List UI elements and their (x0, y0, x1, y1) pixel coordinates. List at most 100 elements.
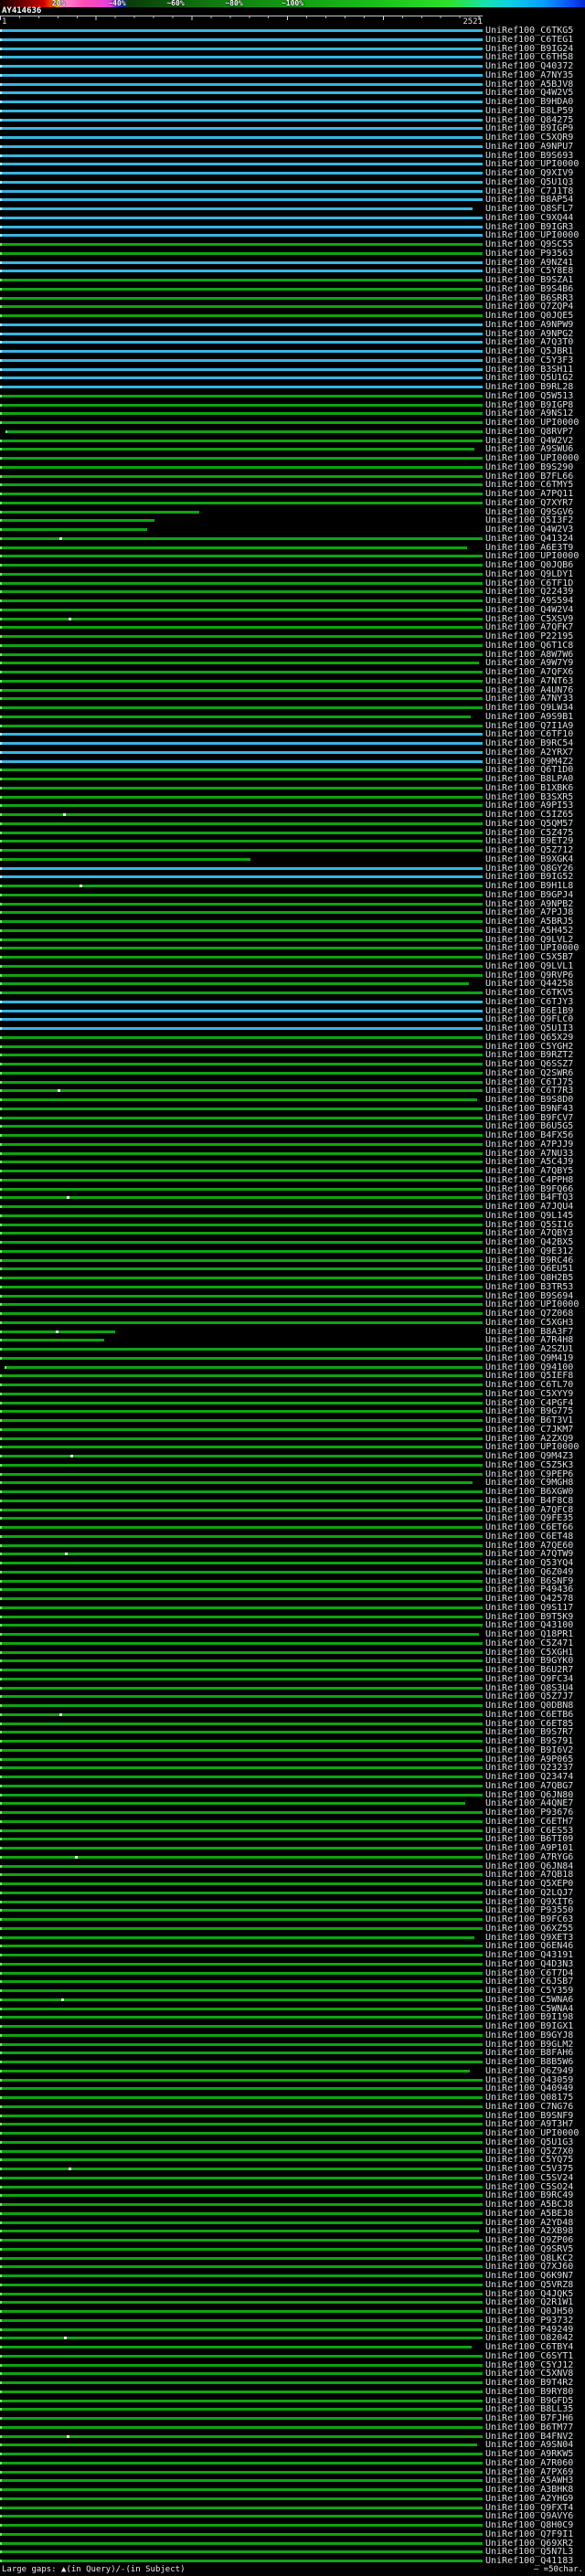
hit-bar[interactable] (0, 1249, 483, 1253)
hit-bar[interactable] (0, 635, 483, 638)
hit-bar[interactable] (0, 1063, 483, 1065)
hit-bar[interactable] (0, 885, 483, 887)
hit-bar[interactable] (0, 1320, 483, 1324)
hit-bar[interactable] (0, 1534, 483, 1538)
hit-bar[interactable] (0, 947, 483, 950)
hit-bar[interactable] (0, 1776, 483, 1778)
hit-bar[interactable] (0, 279, 483, 281)
hit-bar[interactable] (0, 2096, 483, 2099)
hit-bar[interactable] (0, 2550, 483, 2554)
hit-bar[interactable] (0, 2479, 483, 2483)
hit-accession-label[interactable]: UniRef100_A5BEJ8 (485, 2209, 573, 2219)
hit-bar[interactable] (0, 47, 483, 50)
hit-accession-label[interactable]: UniRef100_B9S290 (485, 462, 573, 472)
hit-bar[interactable] (0, 1178, 483, 1182)
hit-accession-label[interactable]: UniRef100_Q65X29 (485, 1033, 573, 1043)
hit-accession-label[interactable]: UniRef100_A7NY35 (485, 70, 573, 80)
hit-accession-label[interactable]: UniRef100_Q9LVL1 (485, 961, 573, 971)
hit-bar[interactable] (0, 180, 483, 184)
hit-bar[interactable] (0, 1998, 483, 2001)
hit-accession-label[interactable]: UniRef100_C5Z471 (485, 1638, 573, 1648)
hit-bar[interactable] (0, 376, 483, 380)
hit-bar[interactable] (0, 2346, 473, 2348)
hit-bar[interactable] (0, 2194, 483, 2198)
hit-accession-label[interactable]: UniRef100_A5H452 (485, 926, 573, 936)
hit-bar[interactable] (0, 724, 483, 727)
hit-bar[interactable] (0, 1427, 483, 1431)
hit-bar[interactable] (0, 216, 483, 219)
hit-bar[interactable] (0, 1214, 483, 1217)
hit-bar[interactable] (0, 688, 483, 692)
hit-bar[interactable] (0, 733, 483, 737)
hit-bar[interactable] (0, 2434, 483, 2438)
hit-bar[interactable] (0, 56, 483, 59)
hit-accession-label[interactable]: UniRef100_B9XGK4 (485, 854, 573, 864)
hit-bar[interactable] (0, 813, 483, 816)
hit-bar[interactable] (0, 1107, 483, 1110)
hit-accession-label[interactable]: UniRef100_Q9SRV5 (485, 2244, 573, 2254)
hit-bar[interactable] (0, 1669, 483, 1671)
hit-bar[interactable] (0, 831, 483, 834)
hit-bar[interactable] (0, 2104, 483, 2108)
hit-bar[interactable] (0, 2114, 483, 2117)
hit-bar[interactable] (0, 1811, 483, 1814)
hit-accession-label[interactable]: UniRef100_Q5VRZ8 (485, 2280, 573, 2290)
hit-bar[interactable] (0, 1356, 483, 1360)
hit-bar[interactable] (0, 234, 483, 238)
hit-bar[interactable] (0, 590, 483, 594)
hit-bar[interactable] (0, 1740, 483, 1743)
hit-bar[interactable] (0, 1161, 483, 1164)
hit-bar[interactable] (0, 144, 483, 148)
hit-accession-label[interactable]: UniRef100_B8LP59 (485, 106, 573, 116)
hit-bar[interactable] (0, 2337, 483, 2340)
hit-bar[interactable] (0, 1695, 483, 1699)
hit-bar[interactable] (0, 29, 483, 32)
hit-bar[interactable] (0, 1935, 475, 1939)
hit-bar[interactable] (0, 1597, 483, 1600)
hit-bar[interactable] (0, 127, 483, 131)
hit-bar[interactable] (0, 2211, 483, 2215)
hit-bar[interactable] (0, 742, 483, 745)
hit-bar[interactable] (0, 225, 483, 228)
hit-bar[interactable] (0, 1241, 483, 1244)
hit-bar[interactable] (0, 840, 483, 843)
hit-bar[interactable] (0, 1900, 483, 1903)
hit-bar[interactable] (0, 1277, 483, 1279)
hit-bar[interactable] (0, 2176, 483, 2179)
hit-bar[interactable] (0, 358, 483, 362)
hit-accession-label[interactable]: UniRef100_A2YHG9 (485, 2494, 573, 2504)
hit-bar[interactable] (0, 769, 483, 772)
hit-bar[interactable] (0, 528, 148, 531)
hit-bar[interactable] (0, 572, 483, 576)
hit-accession-label[interactable]: UniRef100_A7NT63 (485, 676, 573, 686)
hit-bar[interactable] (0, 1499, 483, 1502)
hit-bar[interactable] (0, 350, 483, 353)
hit-bar[interactable] (0, 2016, 483, 2019)
hit-bar[interactable] (0, 1472, 483, 1476)
hit-accession-label[interactable]: UniRef100_C5Y3F3 (485, 355, 573, 366)
hit-bar[interactable] (0, 778, 483, 780)
hit-bar[interactable] (0, 1267, 483, 1271)
hit-bar[interactable] (0, 367, 483, 371)
hit-bar[interactable] (0, 956, 483, 959)
hit-bar[interactable] (0, 1971, 483, 1975)
hit-bar[interactable] (0, 1980, 483, 1984)
hit-bar[interactable] (0, 403, 483, 407)
hit-bar[interactable] (0, 1954, 483, 1956)
hit-bar[interactable] (0, 2025, 483, 2028)
hit-bar[interactable] (0, 662, 479, 665)
hit-bar[interactable] (0, 1170, 483, 1172)
hit-bar[interactable] (0, 1606, 483, 1609)
hit-bar[interactable] (0, 332, 483, 335)
hit-bar[interactable] (0, 2318, 483, 2322)
hit-bar[interactable] (0, 2247, 483, 2251)
hit-bar[interactable] (0, 251, 483, 255)
hit-bar[interactable] (0, 1000, 483, 1003)
hit-bar[interactable] (0, 652, 483, 656)
hit-accession-label[interactable]: UniRef100_B6TM77 (485, 2422, 573, 2433)
hit-accession-label[interactable]: UniRef100_Q9E312 (485, 1246, 573, 1256)
hit-bar[interactable] (0, 386, 483, 388)
hit-accession-label[interactable]: UniRef100_Q6Z049 (485, 1567, 573, 1577)
hit-bar[interactable] (0, 1419, 483, 1422)
hit-bar[interactable] (0, 1383, 483, 1386)
